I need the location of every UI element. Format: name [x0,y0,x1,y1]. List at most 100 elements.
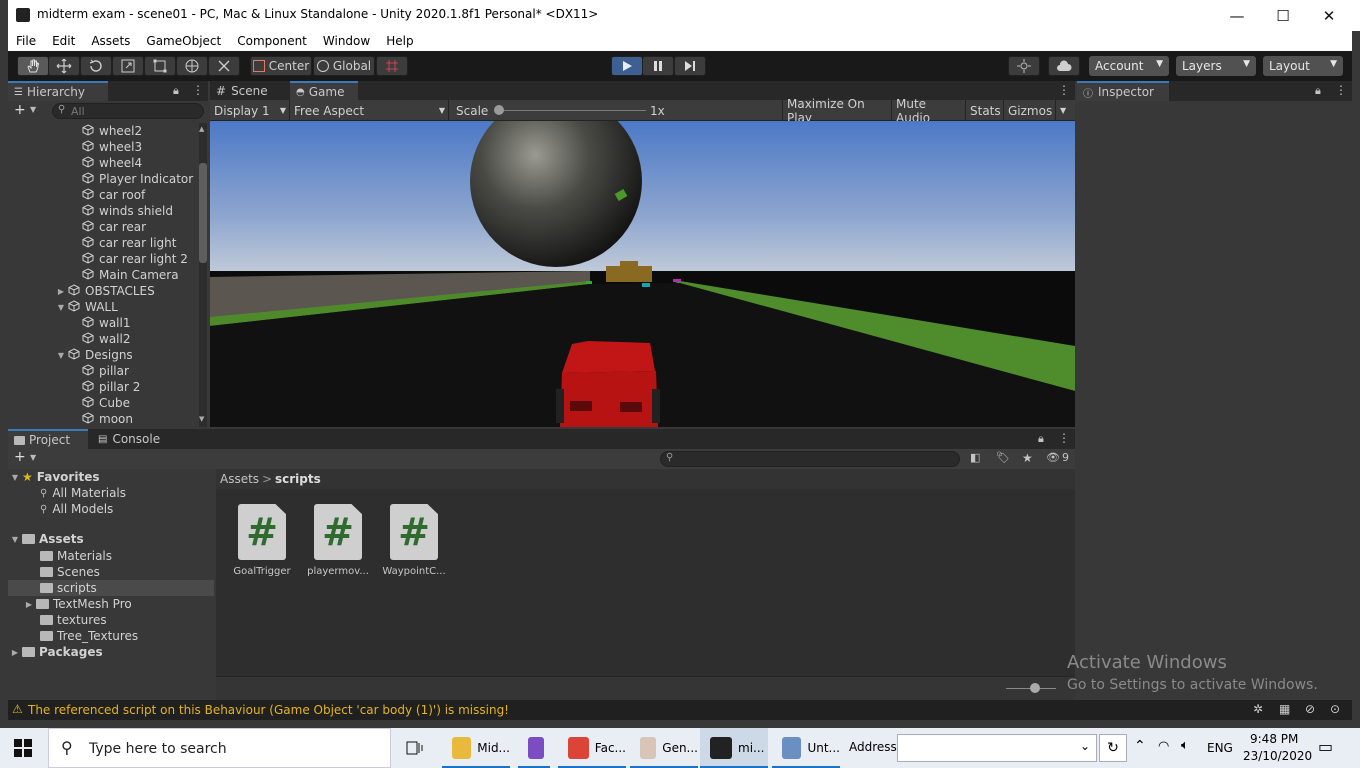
stats-toggle[interactable]: Stats [966,100,1004,121]
refresh-icon[interactable]: ↻ [1099,734,1127,762]
hierarchy-search-input[interactable]: ⚲ All [52,103,204,119]
menu-file[interactable]: File [8,34,44,48]
clock-date[interactable]: 23/10/2020 [1243,749,1312,763]
favorite-item[interactable]: ⚲ All Materials [40,485,126,501]
kebab-menu-icon[interactable]: ⋮ [1058,431,1070,445]
file-explorer-app[interactable]: Mid... [442,728,510,768]
layout-dropdown[interactable]: Layout ▼ [1263,56,1343,76]
hierarchy-item[interactable]: car rear light [82,235,176,251]
scrollbar-thumb[interactable] [199,163,207,263]
aspect-dropdown[interactable]: Free Aspect ▼ [290,100,449,121]
tab-game[interactable]: ◓ Game [290,81,358,101]
breadcrumb-assets[interactable]: Assets [220,472,259,486]
script-asset[interactable]: # WaypointC... [380,504,448,577]
step-button[interactable] [674,56,706,76]
project-search-input[interactable]: ⚲ [660,451,960,467]
tab-project[interactable]: Project [8,429,88,449]
expand-arrow-icon[interactable]: ▼ [56,303,66,312]
hierarchy-item[interactable]: Main Camera [82,267,179,283]
lock-icon[interactable]: 🔒︎ [1315,84,1321,98]
tab-inspector[interactable]: ⓘ Inspector [1077,81,1169,101]
hidden-packages-icon[interactable]: 👁︎ [1046,451,1060,464]
genshin-app[interactable]: Gen... [630,728,698,768]
grid-snap-icon[interactable] [376,56,408,76]
breadcrumb-current[interactable]: scripts [275,472,321,486]
menu-component[interactable]: Component [229,34,315,48]
label-tag-icon[interactable]: 🏷︎ [996,451,1010,464]
lighting-icon[interactable]: ⊘ [1305,702,1315,716]
script-asset[interactable]: # playermov... [304,504,372,577]
volume-icon[interactable]: 🔈︎ [1181,738,1189,753]
transform-tool-icon[interactable] [176,56,208,76]
language-indicator[interactable]: ENG [1207,741,1233,755]
icon-size-slider[interactable] [1030,683,1040,693]
favorite-item[interactable]: ⚲ All Models [40,501,113,517]
custom-tool-icon[interactable] [208,56,240,76]
space-toggle[interactable]: Global [313,56,375,76]
game-viewport[interactable] [210,121,1075,427]
maximize-button[interactable]: ☐ [1260,0,1306,31]
kebab-menu-icon[interactable]: ⋮ [1335,83,1347,97]
script-asset[interactable]: # GoalTrigger [228,504,296,577]
menu-window[interactable]: Window [315,34,378,48]
taskbar-search-input[interactable]: ⚲ Type here to search [48,728,391,768]
chevron-up-icon[interactable]: ⌃ [1134,738,1146,754]
notification-icon[interactable]: ▭ [1318,737,1333,756]
rect-tool-icon[interactable] [144,56,176,76]
expand-arrow-icon[interactable]: ▼ [56,351,66,360]
add-icon[interactable]: + [14,449,26,465]
scroll-down-icon[interactable]: ▼ [199,415,204,423]
menu-help[interactable]: Help [378,34,421,48]
hierarchy-item[interactable]: car rear [82,219,146,235]
status-message[interactable]: The referenced script on this Behaviour … [28,703,509,717]
hierarchy-item[interactable]: Player Indicator [82,171,193,187]
hierarchy-item[interactable]: wall1 [82,315,130,331]
hierarchy-item[interactable]: ▼ Designs [56,347,133,363]
scale-handle[interactable] [494,105,504,115]
gizmos-toggle[interactable]: Gizmos [1004,100,1056,121]
status-bar[interactable]: ⚠ The referenced script on this Behaviou… [8,700,1352,720]
hierarchy-item[interactable]: wheel3 [82,139,142,155]
chevron-down-icon[interactable]: ⌄ [1080,739,1090,753]
project-folder-item[interactable]: textures [40,612,107,628]
expand-arrow-icon[interactable]: ▼ [10,535,20,544]
hierarchy-item[interactable]: car roof [82,187,145,203]
assets-header[interactable]: ▼ Assets [10,531,84,547]
unity-app[interactable]: mi... [700,728,768,768]
gizmos-dropdown[interactable]: ▼ [1056,100,1075,121]
project-folder-item[interactable]: scripts [8,580,214,596]
progress-icon[interactable]: ⊙ [1330,702,1340,716]
layers-dropdown[interactable]: Layers ▼ [1176,56,1256,76]
mute-audio-toggle[interactable]: Mute Audio [892,97,966,125]
pivot-toggle[interactable]: Center [250,56,312,76]
expand-arrow-icon[interactable]: ▼ [10,473,20,482]
menu-edit[interactable]: Edit [44,34,83,48]
close-button[interactable]: ✕ [1306,0,1352,31]
tab-hierarchy[interactable]: ☰ Hierarchy [8,81,108,101]
wifi-icon[interactable]: ◠ [1158,739,1169,754]
hierarchy-item[interactable]: wheel4 [82,155,142,171]
scroll-up-icon[interactable]: ▲ [199,125,204,133]
cloud-icon[interactable] [1048,56,1080,76]
tab-console[interactable]: ▤ Console [92,429,172,449]
add-icon[interactable]: + [14,102,26,118]
services-icon[interactable] [1008,56,1040,76]
hierarchy-item[interactable]: wheel2 [82,123,142,139]
chevron-down-icon[interactable]: ▼ [30,105,36,114]
pause-button[interactable] [642,56,674,76]
debug-icon[interactable]: ✲ [1253,702,1263,716]
lock-icon[interactable]: 🔒︎ [1038,432,1044,446]
hierarchy-item[interactable]: Cube [82,395,130,411]
collapse-arrow-icon[interactable]: ▶ [24,600,34,609]
hierarchy-item[interactable]: pillar 2 [82,379,140,395]
hierarchy-item[interactable]: wall2 [82,331,130,347]
visual-studio-app[interactable] [518,728,550,768]
paint-app[interactable]: Unt... [772,728,840,768]
database-icon[interactable]: ▦ [1279,702,1290,716]
hierarchy-item[interactable]: pillar [82,363,129,379]
hierarchy-item[interactable]: ▼ WALL [56,299,118,315]
display-dropdown[interactable]: Display 1 ▼ [210,100,290,121]
search-by-type-icon[interactable]: ◧ [970,451,980,464]
chrome-app[interactable]: Fac... [558,728,626,768]
project-folder-item[interactable]: Tree_Textures [40,628,138,644]
